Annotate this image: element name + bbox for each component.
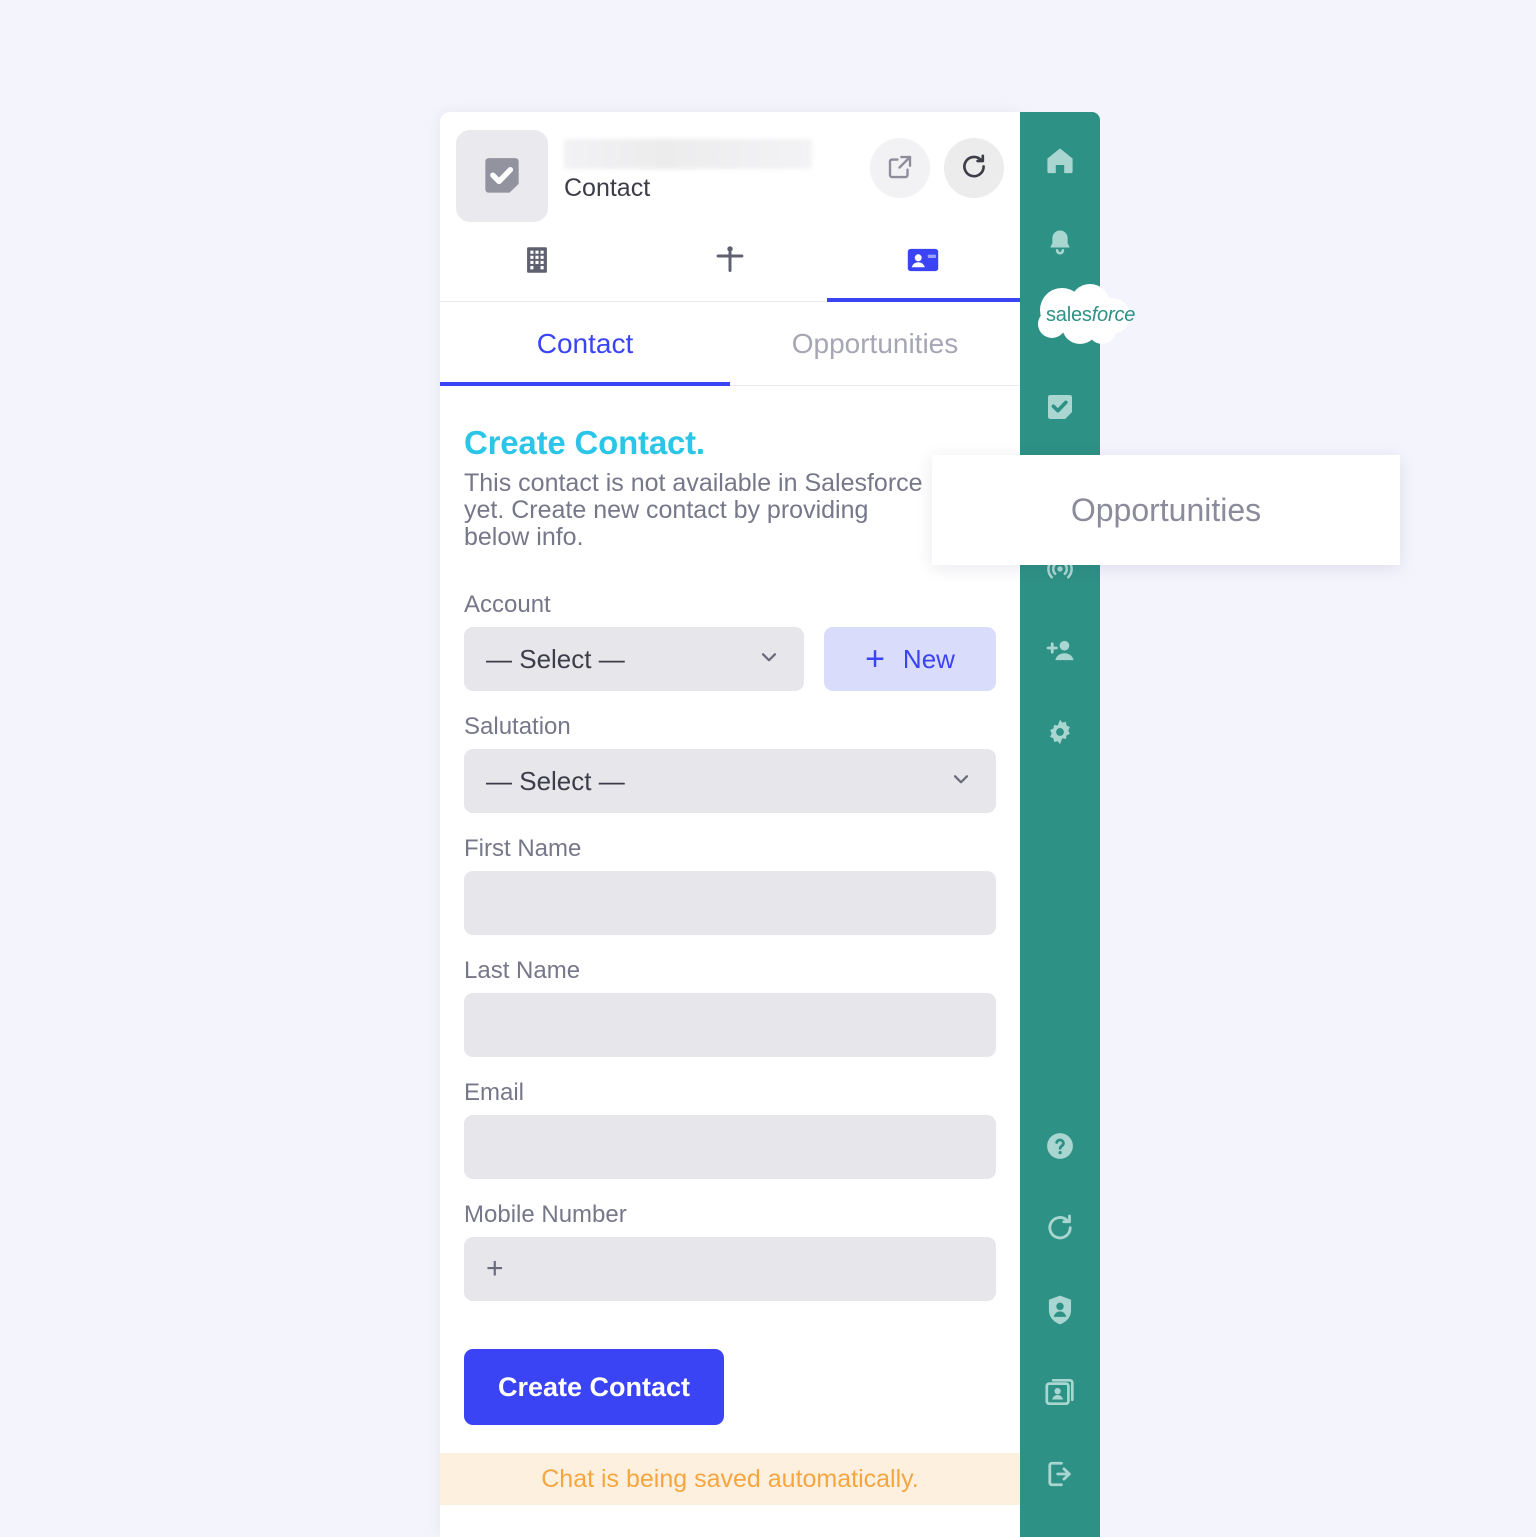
- rail-logout[interactable]: [1020, 1433, 1100, 1515]
- panel-header: Contact: [440, 112, 1020, 224]
- rail-add-user[interactable]: [1020, 610, 1100, 692]
- tab-account[interactable]: [440, 224, 633, 301]
- create-contact-button[interactable]: Create Contact: [464, 1349, 725, 1425]
- rail-home[interactable]: [1020, 120, 1100, 202]
- phone-prefix: +: [486, 1252, 504, 1285]
- opportunities-tooltip-label: Opportunities: [1070, 491, 1262, 528]
- account-select-value: — Select —: [486, 643, 625, 674]
- open-external-button[interactable]: [870, 138, 930, 198]
- bell-icon: [1043, 226, 1077, 260]
- salesforce-badge[interactable]: salesforce: [1028, 282, 1140, 348]
- add-user-icon: [1042, 634, 1078, 668]
- rail-settings[interactable]: [1020, 692, 1100, 774]
- header-titles: Contact: [564, 130, 870, 203]
- account-field-row: — Select — + New: [464, 627, 996, 691]
- checkbox-check-icon: [1042, 389, 1078, 425]
- question-circle-icon: [1042, 1128, 1078, 1164]
- header-actions: [870, 130, 1004, 198]
- new-account-button[interactable]: + New: [824, 627, 996, 691]
- page-card: Contact Contact Opportunities Create Con…: [0, 0, 1536, 1537]
- salesforce-wordmark: salesforce: [1046, 304, 1136, 326]
- contacts-book-icon: [1042, 1374, 1078, 1410]
- gear-icon: [1042, 715, 1078, 751]
- salutation-select-value: — Select —: [486, 765, 625, 796]
- plus-icon: +: [865, 640, 885, 678]
- app-logo: [456, 130, 548, 222]
- rail-contacts[interactable]: [1020, 1351, 1100, 1433]
- rail-help[interactable]: [1020, 1105, 1100, 1187]
- account-label: Account: [464, 591, 551, 618]
- redacted-account-name: [564, 139, 812, 169]
- account-select[interactable]: — Select —: [464, 627, 804, 691]
- object-icon-tabs: [440, 224, 1020, 302]
- section-tabs: Contact Opportunities: [440, 302, 1020, 386]
- salutation-label: Salutation: [464, 713, 571, 740]
- refresh-icon: [958, 151, 990, 186]
- tab-contact[interactable]: [826, 224, 1020, 302]
- home-icon: [1042, 143, 1078, 179]
- refresh-icon: [1043, 1211, 1077, 1245]
- rail-refresh[interactable]: [1020, 1187, 1100, 1269]
- tab-contact-section[interactable]: Contact: [440, 302, 730, 386]
- email-label: Email: [464, 1079, 525, 1106]
- form-title: Create Contact.: [464, 424, 705, 461]
- first-name-label: First Name: [464, 835, 582, 862]
- rail-tasks[interactable]: [1020, 366, 1100, 448]
- rail-notifications[interactable]: [1020, 202, 1100, 284]
- new-account-button-label: New: [902, 643, 955, 674]
- email-input[interactable]: [464, 1115, 996, 1179]
- tab-opportunities-section[interactable]: Opportunities: [730, 302, 1020, 385]
- refresh-button[interactable]: [944, 138, 1004, 198]
- mobile-number-input[interactable]: +: [464, 1237, 996, 1301]
- status-banner-text: Chat is being saved automatically.: [541, 1464, 919, 1493]
- last-name-label: Last Name: [464, 957, 581, 984]
- person-icon: [713, 243, 747, 282]
- mobile-number-label: Mobile Number: [464, 1201, 627, 1228]
- chevron-down-icon: [756, 644, 782, 675]
- form-description: This contact is not available in Salesfo…: [464, 469, 923, 551]
- crm-widget-panel: Contact Contact Opportunities Create Con…: [440, 112, 1020, 1537]
- salutation-select[interactable]: — Select —: [464, 749, 996, 813]
- last-name-input[interactable]: [464, 993, 996, 1057]
- logout-icon: [1042, 1457, 1078, 1491]
- checkbox-check-icon: [477, 151, 527, 201]
- shield-user-icon: [1043, 1292, 1077, 1328]
- header-subtitle: Contact: [564, 174, 651, 202]
- contact-card-icon: [904, 241, 942, 284]
- first-name-input[interactable]: [464, 871, 996, 935]
- rail-privacy[interactable]: [1020, 1269, 1100, 1351]
- tab-lead[interactable]: [633, 224, 826, 301]
- opportunities-tooltip: Opportunities: [932, 455, 1400, 565]
- building-icon: [520, 243, 554, 282]
- external-link-icon: [885, 152, 915, 185]
- status-banner: Chat is being saved automatically.: [440, 1453, 1020, 1505]
- chevron-down-icon: [948, 766, 974, 797]
